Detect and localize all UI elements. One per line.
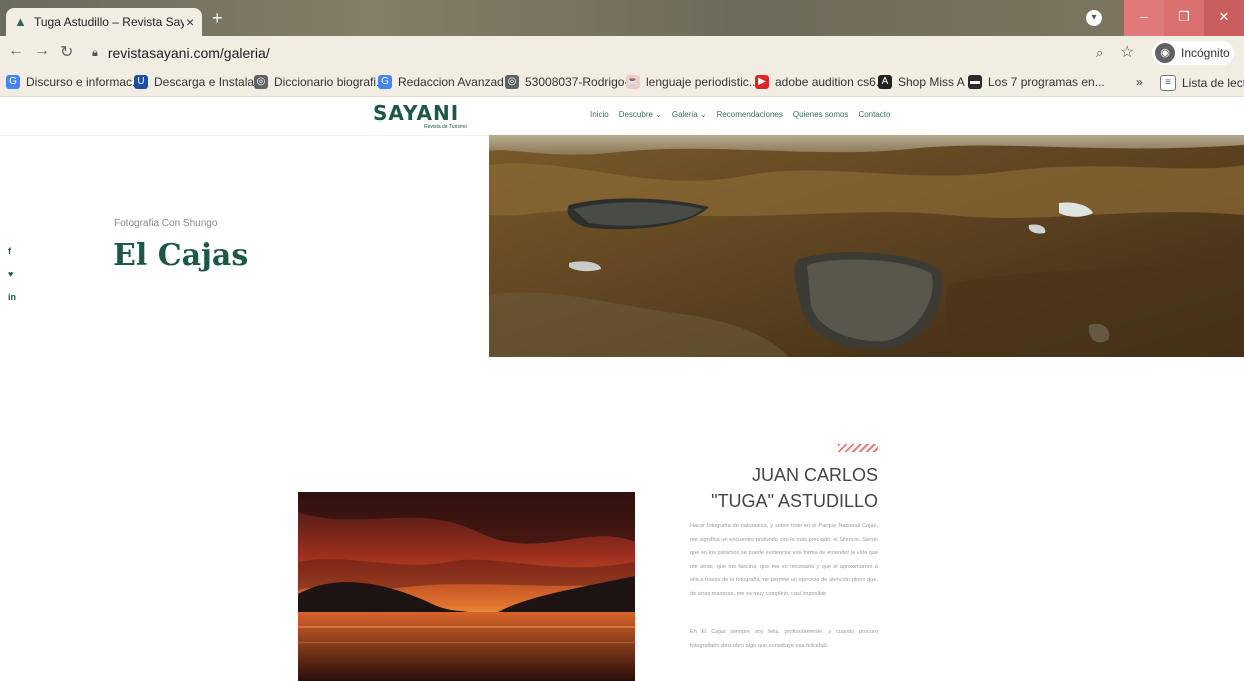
site-logo-tagline: Revista de Turismo — [424, 124, 467, 130]
url-text[interactable]: revistasayani.com/galeria/ — [108, 45, 270, 61]
author-name-line1: JUAN CARLOS — [751, 465, 878, 485]
browser-tab-strip: ▲ Tuga Astudillo – Revista Sayani × + ▾ … — [0, 0, 1244, 36]
browser-tab[interactable]: ▲ Tuga Astudillo – Revista Sayani × — [6, 8, 202, 36]
article-paragraph-1: Hacer fotografía de naturaleza, y sobre … — [690, 523, 878, 597]
reading-list-label: Lista de lectur — [1182, 76, 1244, 90]
author-name-line2: "TUGA" ASTUDILLO — [711, 491, 878, 511]
incognito-profile-button[interactable]: ◉ Incógnito — [1152, 41, 1234, 65]
close-window-button[interactable]: ✕ — [1204, 0, 1244, 36]
back-icon[interactable]: ← — [8, 42, 24, 60]
window-controls: ▾ – ❐ ✕ — [1086, 0, 1244, 36]
reading-list-button[interactable]: ≡ Lista de lectur — [1160, 75, 1244, 91]
menu-item[interactable]: Descubre ⌄ — [619, 110, 662, 119]
forward-icon[interactable]: → — [34, 42, 50, 60]
bookmarks-bar: » ≡ Lista de lectur G Discurso e informac… — [0, 70, 1244, 97]
reading-list-icon: ≡ — [1160, 75, 1176, 91]
browser-toolbar: ← → ↻ 🔒︎ revistasayani.com/galeria/ ⌕ ☆ … — [0, 36, 1244, 70]
bookmark-label: Shop Miss A — [898, 75, 965, 89]
tab-search-icon[interactable]: ▾ — [1086, 10, 1102, 26]
author-name: JUAN CARLOS "TUGA" ASTUDILLO — [711, 462, 878, 514]
menu-item[interactable]: Contacto — [858, 110, 890, 119]
bookmark-label: Descarga e Instala... — [154, 75, 265, 89]
linkedin-icon[interactable]: in — [8, 292, 16, 302]
zoom-icon[interactable]: ⌕ — [1096, 45, 1103, 61]
bookmark-label: lenguaje periodistic... — [646, 75, 759, 89]
tab-title: Tuga Astudillo – Revista Sayani — [34, 15, 184, 29]
incognito-icon: ◉ — [1155, 43, 1175, 63]
article-paragraph-2: En El Cajas siempre soy feliz, profundam… — [690, 629, 878, 649]
bookmark-item[interactable]: A Shop Miss A — [878, 75, 965, 89]
bookmark-favicon-icon: U — [134, 75, 148, 89]
hero-landscape-image — [489, 135, 1244, 357]
menu-item[interactable]: Galeria ⌄ — [672, 110, 707, 119]
bookmark-item[interactable]: ☕ lenguaje periodistic... — [626, 75, 759, 89]
lock-icon[interactable]: 🔒︎ — [92, 47, 98, 60]
twitter-icon[interactable]: ♥ — [8, 269, 13, 279]
bookmark-item[interactable]: ▬ Los 7 programas en... — [968, 75, 1105, 89]
bookmark-label: adobe audition cs6... — [775, 75, 886, 89]
bookmark-item[interactable]: G Redaccion Avanzad... — [378, 75, 514, 89]
sunset-lake-image — [298, 492, 635, 681]
bookmark-item[interactable]: ◎ Diccionario biografi... — [254, 75, 386, 89]
bookmark-favicon-icon: ◎ — [254, 75, 268, 89]
bookmark-favicon-icon: ▶ — [755, 75, 769, 89]
bookmark-item[interactable]: ▶ adobe audition cs6... — [755, 75, 886, 89]
site-logo[interactable]: SAYANI — [373, 101, 459, 125]
maximize-button[interactable]: ❐ — [1164, 0, 1204, 36]
bookmark-favicon-icon: A — [878, 75, 892, 89]
bookmark-favicon-icon: ▬ — [968, 75, 982, 89]
chevron-overflow-icon: » — [1136, 75, 1143, 89]
bookmark-favicon-icon: G — [378, 75, 392, 89]
main-menu: Inicio Descubre ⌄ Galeria ⌄ Recomendaciones… — [590, 110, 900, 119]
bookmark-label: Redaccion Avanzad... — [398, 75, 514, 89]
menu-item[interactable]: Quienes somos — [793, 110, 849, 119]
bookmark-item[interactable]: U Descarga e Instala... — [134, 75, 264, 89]
site-favicon-icon: ▲ — [14, 14, 27, 29]
facebook-icon[interactable]: f — [8, 246, 11, 256]
hero-kicker: Fotografia Con Shungo — [114, 218, 218, 229]
minimize-button[interactable]: – — [1124, 0, 1164, 36]
bookmark-label: 53008037-Rodrigo-... — [525, 75, 639, 89]
bookmark-favicon-icon: G — [6, 75, 20, 89]
hero-title: El Cajas — [113, 238, 249, 273]
bookmark-item[interactable]: G Discurso e informac... — [6, 75, 142, 89]
menu-item[interactable]: Inicio — [590, 110, 609, 119]
bookmark-favicon-icon: ◎ — [505, 75, 519, 89]
new-tab-button[interactable]: + — [212, 8, 223, 29]
incognito-label: Incógnito — [1181, 46, 1230, 60]
close-tab-icon[interactable]: × — [186, 14, 194, 30]
bookmark-favicon-icon: ☕ — [626, 75, 640, 89]
bookmark-star-icon[interactable]: ☆ — [1120, 42, 1134, 62]
reload-icon[interactable]: ↻ — [60, 42, 73, 62]
bookmarks-overflow-button[interactable]: » — [1136, 75, 1143, 89]
decorative-stripes — [838, 444, 878, 452]
address-bar[interactable]: 🔒︎ revistasayani.com/galeria/ — [86, 40, 1136, 66]
bookmark-label: Diccionario biografi... — [274, 75, 387, 89]
bookmark-label: Discurso e informac... — [26, 75, 143, 89]
bookmark-item[interactable]: ◎ 53008037-Rodrigo-... — [505, 75, 638, 89]
menu-item[interactable]: Recomendaciones — [717, 110, 783, 119]
bookmark-label: Los 7 programas en... — [988, 75, 1105, 89]
site-header: SAYANI Revista de Turismo Inicio Descubre… — [0, 97, 1244, 136]
